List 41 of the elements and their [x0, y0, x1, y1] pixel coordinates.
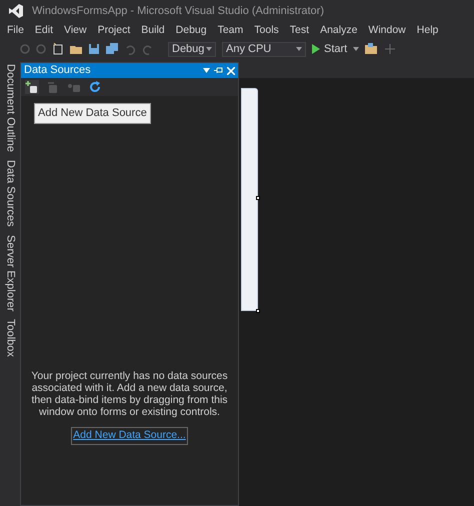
- caret-icon: [206, 47, 212, 51]
- menu-item[interactable]: Edit: [34, 23, 54, 39]
- play-icon: [312, 44, 320, 54]
- window-title: WindowsFormsApp - Microsoft Visual Studio (Administrator): [32, 4, 324, 19]
- empty-message: Your project currently has no data sources associated with it. Add a new data source, then data-bind items by dragging from this window onto forms or existing controls.: [30, 370, 229, 418]
- new-project-icon[interactable]: [52, 43, 64, 55]
- save-all-icon[interactable]: [106, 43, 118, 55]
- dropdown-icon[interactable]: [203, 68, 210, 73]
- resize-handle[interactable]: [256, 196, 260, 200]
- side-tab[interactable]: Toolbox: [2, 319, 18, 358]
- menu-item[interactable]: Debug: [176, 23, 207, 39]
- side-tab[interactable]: Data Sources: [2, 160, 18, 227]
- menu-item[interactable]: Build: [141, 23, 165, 39]
- menu-item[interactable]: Test: [290, 23, 310, 39]
- close-icon[interactable]: [227, 66, 235, 74]
- menu-item[interactable]: Window: [368, 23, 406, 39]
- panel-title: Data Sources: [24, 63, 91, 78]
- open-folder-icon[interactable]: [70, 43, 82, 55]
- refresh-icon[interactable]: [88, 80, 102, 94]
- add-database-icon[interactable]: [25, 80, 39, 94]
- menu-item[interactable]: View: [64, 23, 87, 39]
- app-logo-icon: [8, 3, 24, 19]
- caret-icon: [296, 47, 302, 51]
- menu-item[interactable]: Tools: [254, 23, 279, 39]
- menu-item[interactable]: Analyze: [320, 23, 358, 39]
- menu-item[interactable]: Project: [98, 23, 130, 39]
- platform-dropdown[interactable]: Any CPU: [222, 42, 306, 56]
- caret-icon: [353, 47, 360, 51]
- menu-item[interactable]: Team: [218, 23, 244, 39]
- side-tab[interactable]: Server Explorer: [2, 234, 18, 312]
- tooltip: Add New Data Source: [34, 103, 151, 124]
- menu-item[interactable]: Help: [416, 23, 438, 39]
- menu-item[interactable]: File: [7, 23, 24, 39]
- folder-icon[interactable]: [365, 43, 380, 55]
- side-tab[interactable]: Document Outline: [2, 64, 18, 152]
- pin-icon[interactable]: [214, 67, 223, 74]
- save-icon[interactable]: [88, 43, 100, 55]
- start-button[interactable]: Start: [312, 40, 348, 58]
- resize-handle[interactable]: [256, 309, 260, 313]
- add-data-source-link[interactable]: Add New Data Source...: [71, 427, 188, 445]
- configuration-dropdown[interactable]: Debug: [168, 42, 216, 56]
